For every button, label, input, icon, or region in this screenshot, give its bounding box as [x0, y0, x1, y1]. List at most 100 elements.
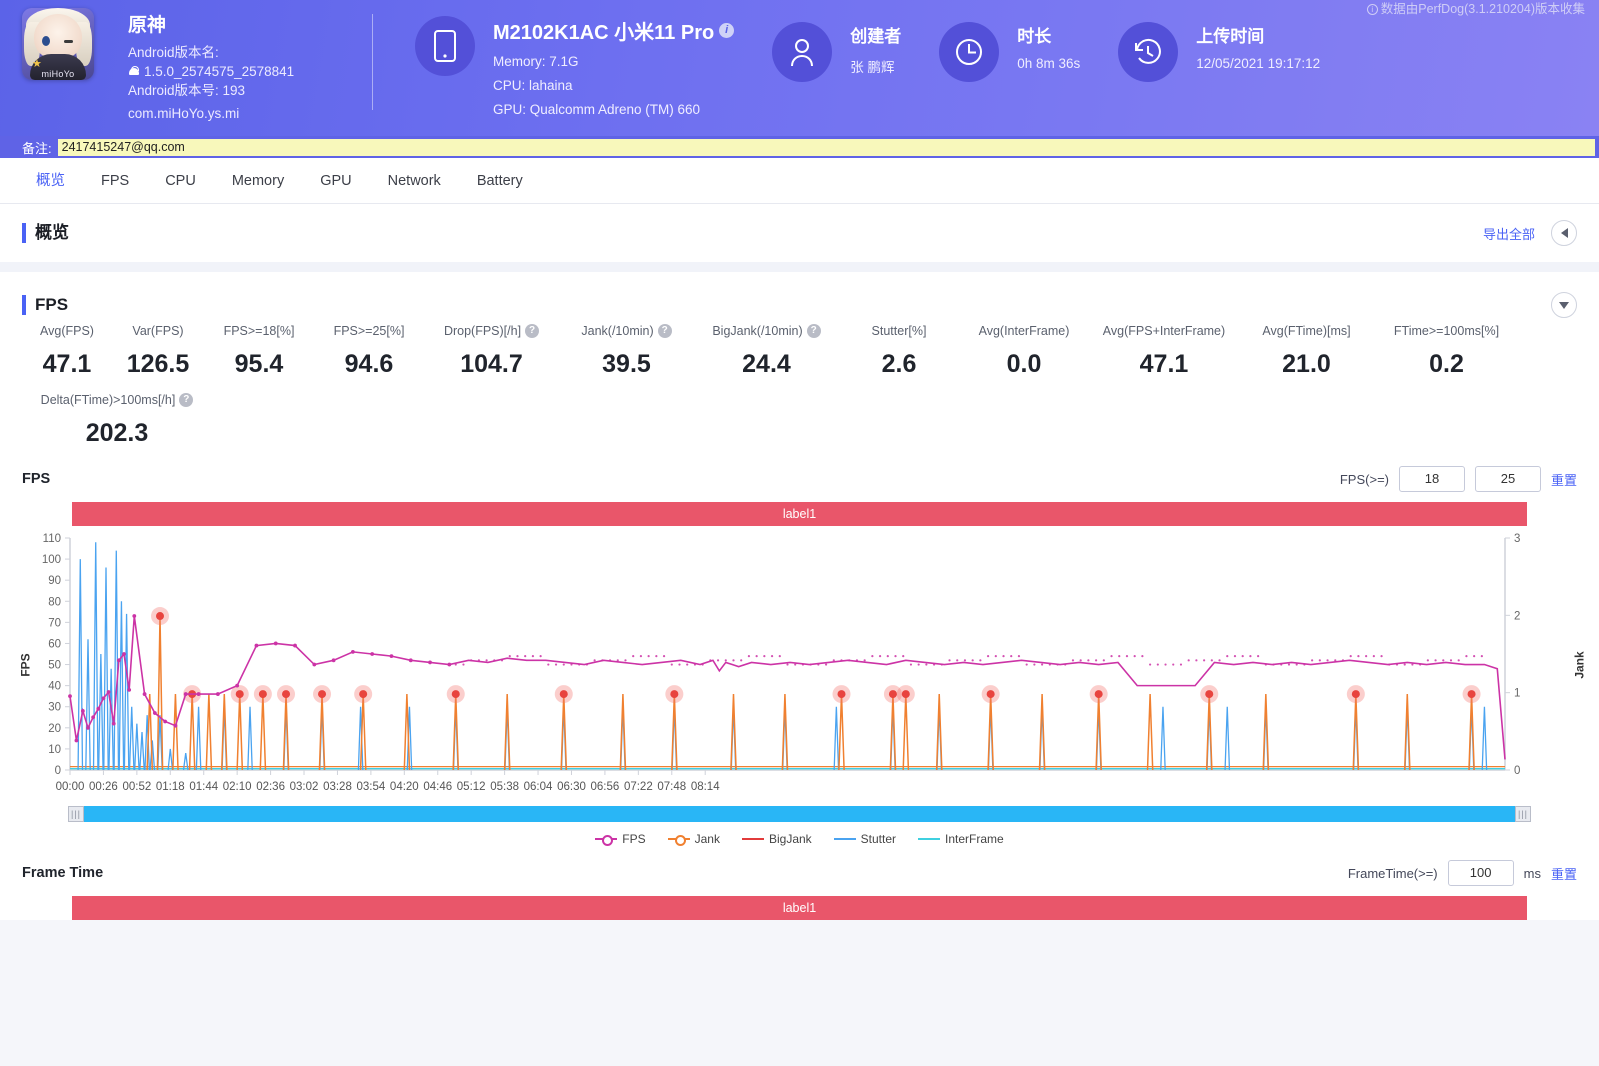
svg-text:70: 70 [48, 617, 61, 629]
legend-label: Jank [694, 832, 720, 846]
help-icon[interactable]: ? [806, 324, 821, 338]
fps-y2-axis-label: Jank [1572, 651, 1587, 679]
stat-label: FPS>=25[%] [334, 324, 405, 338]
svg-text:60: 60 [48, 638, 61, 650]
android-version-row: 1.5.0_2574575_2578841 [128, 62, 294, 81]
note-input[interactable] [57, 138, 1595, 156]
stat-value: 94.6 [344, 350, 394, 378]
svg-text:00:52: 00:52 [122, 781, 151, 793]
svg-text:110: 110 [43, 533, 61, 545]
device-gpu: GPU: Qualcomm Adreno (TM) 660 [493, 102, 701, 117]
creator-block: 创建者 张 鹏辉 [734, 0, 901, 82]
stat-label-text: Var(FPS) [132, 324, 184, 338]
svg-text:00:26: 00:26 [89, 781, 118, 793]
svg-text:100: 100 [42, 554, 61, 566]
tab-network[interactable]: Network [370, 158, 459, 204]
fps-section-title: FPS [22, 295, 68, 315]
frametime-unit-label: ms [1523, 865, 1541, 881]
legend-item[interactable]: BigJank [741, 832, 812, 846]
stat-label: Stutter[%] [872, 324, 927, 338]
stat-item: Drop(FPS)[/h]? 104.7 [424, 324, 559, 379]
help-icon[interactable]: ? [525, 324, 540, 338]
legend-marker [667, 835, 690, 846]
upload-time-block: 上传时间 12/05/2021 19:17:12 [1080, 0, 1320, 82]
duration-value: 0h 8m 36s [1017, 56, 1081, 71]
device-model-row: M2102K1AC 小米11 Pro i [493, 16, 735, 45]
tab-cpu[interactable]: CPU [147, 158, 214, 204]
fps-chart-header: FPS FPS(>=) 18 25 重置 [0, 448, 1599, 492]
stat-item: Var(FPS) 126.5 [112, 324, 204, 379]
fps-threshold-input-1[interactable]: 18 [1398, 466, 1465, 492]
fps-chart-legend: FPS Jank BigJank Stutter InterFrame [0, 832, 1599, 846]
svg-text:40: 40 [48, 681, 61, 693]
fps-threshold-input-2[interactable]: 25 [1474, 466, 1541, 492]
user-icon [772, 22, 833, 82]
tab-overview[interactable]: 概览 [18, 158, 83, 204]
history-icon [1118, 22, 1179, 82]
legend-item[interactable]: Stutter [833, 832, 896, 846]
legend-item[interactable]: Jank [667, 832, 720, 846]
stat-label: Delta(FTime)>100ms[/h]? [41, 393, 194, 407]
creator-label: 创建者 [850, 27, 902, 46]
device-info-icon[interactable]: i [719, 23, 735, 38]
range-handle-left[interactable]: ||| [68, 806, 84, 822]
upload-time-label: 上传时间 [1196, 27, 1265, 46]
stat-label: Drop(FPS)[/h]? [443, 324, 540, 338]
frametime-label-band: label1 [72, 896, 1527, 920]
stat-label-text: FPS>=18[%] [223, 324, 295, 338]
fps-reset-link[interactable]: 重置 [1551, 470, 1577, 489]
stat-item: Avg(InterFrame) 0.0 [959, 324, 1089, 379]
stat-item: Jank(/10min)? 39.5 [559, 324, 694, 379]
stat-label: Avg(FPS) [40, 324, 94, 338]
legend-item[interactable]: InterFrame [918, 832, 1004, 846]
stat-value: 2.6 [881, 350, 917, 378]
fps-y-axis-label: FPS [18, 653, 33, 677]
tab-gpu[interactable]: GPU [302, 158, 369, 204]
svg-text:05:38: 05:38 [490, 781, 519, 793]
help-icon[interactable]: ? [657, 324, 672, 338]
duration-label: 时长 [1017, 27, 1052, 46]
fps-chart-range-slider[interactable]: ||| ||| [68, 806, 1531, 822]
svg-text:20: 20 [48, 723, 61, 735]
legend-marker [741, 838, 764, 840]
legend-item[interactable]: FPS [595, 832, 646, 846]
stat-label-text: Drop(FPS)[/h] [443, 324, 522, 338]
stat-label-text: Delta(FTime)>100ms[/h] [40, 393, 176, 407]
stat-label-text: FTime>=100ms[%] [1393, 324, 1500, 338]
expand-down-button[interactable] [1551, 292, 1577, 318]
upload-time-value: 12/05/2021 19:17:12 [1196, 56, 1321, 71]
export-all-link[interactable]: 导出全部 [1483, 224, 1535, 243]
app-icon: ★ miHoYo [22, 8, 94, 80]
fps-chart[interactable]: FPS Jank 0 10 20 30 40 50 60 70 80 90 100 110 0 1 2 3 00… [0, 530, 1599, 800]
fps-stats-row: Avg(FPS) 47.1 Var(FPS) 126.5 FPS>=18[%] 95.4 F… [0, 324, 1599, 379]
frametime-reset-link[interactable]: 重置 [1551, 864, 1577, 883]
stat-value: 0.0 [1006, 350, 1042, 378]
help-icon[interactable]: ? [179, 393, 194, 407]
triangle-down-icon [1559, 301, 1569, 309]
phone-icon [415, 16, 475, 76]
stat-label-text: Avg(FPS) [40, 324, 94, 338]
svg-text:01:18: 01:18 [156, 781, 185, 793]
svg-text:0: 0 [1514, 765, 1520, 777]
tab-fps[interactable]: FPS [83, 158, 147, 204]
stat-item: Avg(FPS+InterFrame) 47.1 [1089, 324, 1239, 379]
svg-text:80: 80 [48, 596, 61, 608]
stat-label: Avg(FTime)[ms] [1262, 324, 1350, 338]
app-header: i 数据由PerfDog(3.1.210204)版本收集 ★ miHoYo 原神 … [0, 0, 1599, 136]
tab-memory[interactable]: Memory [214, 158, 302, 204]
svg-text:07:48: 07:48 [657, 781, 686, 793]
tab-battery[interactable]: Battery [459, 158, 541, 204]
svg-text:05:12: 05:12 [457, 781, 486, 793]
svg-text:07:22: 07:22 [624, 781, 653, 793]
frametime-chart-title: Frame Time [22, 865, 104, 881]
svg-text:08:14: 08:14 [691, 781, 720, 793]
legend-marker [595, 835, 618, 846]
device-memory: Memory: 7.1G [493, 54, 579, 69]
collapse-left-button[interactable] [1551, 220, 1577, 246]
stat-item: FPS>=18[%] 95.4 [204, 324, 314, 379]
section-gap [0, 262, 1599, 272]
range-handle-right[interactable]: ||| [1515, 806, 1531, 822]
info-icon: i [1366, 4, 1378, 15]
frametime-threshold-input[interactable]: 100 [1447, 860, 1514, 886]
frametime-threshold-label: FrameTime(>=) [1347, 865, 1438, 881]
